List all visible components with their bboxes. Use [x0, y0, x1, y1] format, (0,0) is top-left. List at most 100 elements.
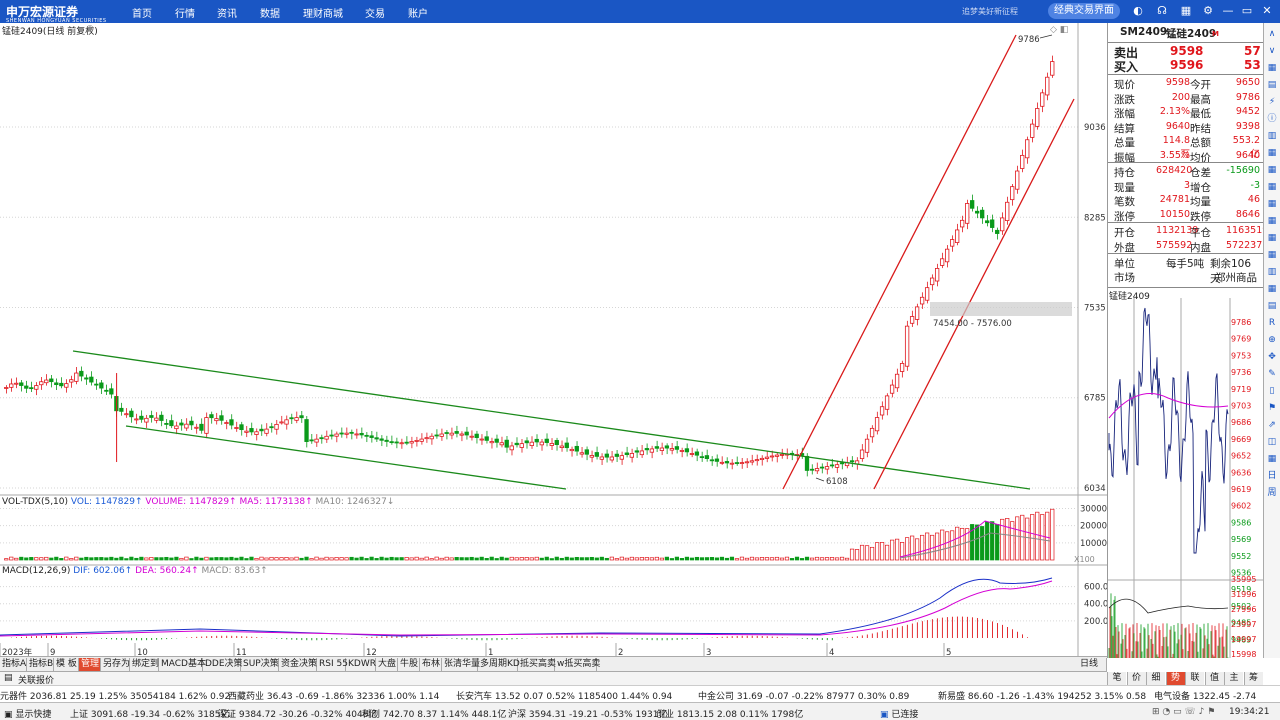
pen-icon[interactable]: ✎	[1265, 367, 1279, 381]
maximize-icon[interactable]: ▭	[1240, 4, 1254, 18]
grid-icon[interactable]: ▦	[1265, 180, 1279, 194]
status-tool-icons[interactable]: ⊞ ◔ ▭ ☏ ♪ ⚑	[1152, 707, 1215, 717]
settings-icon[interactable]: ⚙	[1201, 4, 1215, 18]
tab-17[interactable]: 抵买高卖	[518, 658, 556, 671]
move-icon[interactable]: ✥	[1265, 350, 1279, 364]
rsi-icon[interactable]: R	[1265, 316, 1279, 330]
kc-index[interactable]: 科创 742.70 8.37 1.14% 448.1亿	[362, 707, 506, 720]
tab-10[interactable]: RSI 55	[317, 658, 348, 671]
nav-market[interactable]: 行情	[175, 5, 195, 20]
grid-icon[interactable]: ▦	[1265, 61, 1279, 75]
ticker-item[interactable]: 元器件 2036.81 25.19 1.25% 35054184 1.62% 0…	[0, 689, 230, 702]
list-icon[interactable]: ▤	[1265, 299, 1279, 313]
hs-index[interactable]: 沪深 3594.31 -19.21 -0.53% 1931亿	[508, 707, 667, 720]
tab-14[interactable]: 布林	[420, 658, 442, 671]
volume-bar	[319, 557, 324, 561]
sh-index[interactable]: 上证 3091.68 -19.34 -0.62% 3185亿	[70, 707, 229, 720]
related-quote-icon[interactable]: ▤	[4, 673, 13, 683]
box-icon[interactable]: ◫	[1265, 435, 1279, 449]
nav-data[interactable]: 数据	[260, 5, 280, 20]
nav-trade[interactable]: 交易	[365, 5, 385, 20]
chevron-down-icon[interactable]: ∨	[1265, 44, 1279, 58]
zoom-in-icon[interactable]: ⊕	[1265, 333, 1279, 347]
minimize-icon[interactable]: —	[1221, 4, 1235, 18]
detail-tab-3[interactable]: 势	[1165, 672, 1185, 685]
flash-icon[interactable]: ⚡	[1265, 95, 1279, 109]
note-icon[interactable]: ▯	[1265, 384, 1279, 398]
nav-mall[interactable]: 理财商城	[303, 5, 343, 20]
nav-home[interactable]: 首页	[132, 5, 152, 20]
tab-5[interactable]: 绑定到	[130, 658, 159, 671]
ticker-item[interactable]: 西藏药业 36.43 -0.69 -1.86% 32336 1.00% 1.14	[228, 689, 439, 702]
tab-1[interactable]: 指标B	[27, 658, 54, 671]
detail-tab-5[interactable]: 值	[1204, 672, 1224, 685]
buy-row[interactable]: 买入 9596 53	[1114, 58, 1261, 74]
detail-tab-6[interactable]: 主	[1224, 672, 1243, 685]
grid-icon[interactable]: ▦	[1265, 146, 1279, 160]
quote-label: 今开	[1190, 79, 1211, 91]
chart-icon[interactable]: ▥	[1265, 129, 1279, 143]
grid-icon[interactable]: ▦	[1179, 4, 1193, 18]
flag-icon[interactable]: ⚑	[1265, 401, 1279, 415]
tab-7[interactable]: DDE决策	[203, 658, 243, 671]
tab-4[interactable]: 另存为	[101, 658, 130, 671]
list-icon[interactable]: ▤	[1265, 78, 1279, 92]
ticker-item[interactable]: 中金公司 31.69 -0.07 -0.22% 87977 0.30% 0.89	[698, 689, 909, 702]
detail-tab-4[interactable]: 联	[1185, 672, 1204, 685]
grid-icon[interactable]: ▦	[1265, 248, 1279, 262]
volume-bar	[494, 558, 499, 561]
chart-option-icon[interactable]: ◉	[86, 24, 94, 34]
skin-icon[interactable]: ◐	[1131, 4, 1145, 18]
tab-0[interactable]: 指标A	[0, 658, 27, 671]
close-icon[interactable]: ✕	[1260, 4, 1274, 18]
main-chart-area[interactable]: 9036 8285 7535 6785 6034 7454.00 - 7576.00 978…	[0, 23, 1108, 658]
grid-icon[interactable]: ▦	[1265, 163, 1279, 177]
chart-collapse-icon[interactable]: ◇ ◧	[1050, 25, 1068, 35]
period-tab[interactable]: 日线	[1078, 658, 1107, 671]
tab-6[interactable]: MACD基本	[159, 658, 206, 671]
grid-icon[interactable]: ▦	[1265, 231, 1279, 245]
ticker-item[interactable]: 电气设备 1322.45 -2.74	[1154, 689, 1256, 702]
grid-icon[interactable]: ▦	[1265, 452, 1279, 466]
detail-tab-7[interactable]: 筹	[1243, 672, 1263, 685]
nav-news[interactable]: 资讯	[217, 5, 237, 20]
chevron-up-icon[interactable]: ∧	[1265, 27, 1279, 41]
chart-icon[interactable]: ▥	[1265, 265, 1279, 279]
shortcut-toggle[interactable]: ▣ 显示快捷	[4, 707, 51, 720]
cy-index[interactable]: 创业 1813.15 2.08 0.11% 1798亿	[656, 707, 803, 720]
calendar-icon[interactable]: 日	[1265, 469, 1279, 483]
tab-11[interactable]: KDWR	[346, 658, 376, 671]
tab-16[interactable]: 多周期KD	[478, 658, 520, 671]
candle-body	[674, 446, 680, 450]
info-icon[interactable]: ⓘ	[1265, 112, 1279, 126]
grid-icon[interactable]: ▦	[1265, 214, 1279, 228]
classic-trade-button[interactable]: 经典交易界面	[1048, 3, 1120, 19]
candle-body	[990, 219, 995, 228]
arrow-icon[interactable]: ⇗	[1265, 418, 1279, 432]
candle-body	[119, 407, 124, 412]
tab-3[interactable]: 管理	[79, 658, 101, 671]
channel-upper	[782, 34, 1017, 490]
grid-icon[interactable]: ▦	[1265, 197, 1279, 211]
headset-icon[interactable]: ☊	[1155, 4, 1169, 18]
week-icon[interactable]: 周	[1265, 486, 1279, 500]
tab-2[interactable]: 模 板	[54, 658, 79, 671]
grid-icon[interactable]: ▦	[1265, 282, 1279, 296]
ticker-item[interactable]: 长安汽车 13.52 0.07 0.52% 1185400 1.44% 0.94	[456, 689, 672, 702]
tab-15[interactable]: 张清华量	[442, 658, 480, 671]
nav-account[interactable]: 账户	[408, 5, 428, 20]
sz-index[interactable]: 深证 9384.72 -30.26 -0.32% 4048亿	[218, 707, 377, 720]
tab-9[interactable]: 资金决策	[279, 658, 317, 671]
sell-row[interactable]: 卖出 9598 57	[1114, 44, 1261, 60]
kline-chart[interactable]: 9036 8285 7535 6785 6034 7454.00 - 7576.00 978…	[0, 23, 1108, 658]
tab-12[interactable]: 大盘	[376, 658, 398, 671]
detail-tab-0[interactable]: 笔	[1107, 672, 1126, 685]
detail-tab-1[interactable]: 价	[1126, 672, 1146, 685]
detail-tab-2[interactable]: 细	[1146, 672, 1165, 685]
intraday-chart[interactable]: 9786 9769 9753 9736 9719 9703 9686 9669 9652 9636…	[1108, 288, 1264, 658]
tab-18[interactable]: w抵买高卖	[555, 658, 600, 671]
volume-bar	[674, 556, 679, 561]
tab-8[interactable]: SUP决策	[241, 658, 279, 671]
tab-13[interactable]: 牛股	[398, 658, 420, 671]
ticker-item[interactable]: 新易盛 86.60 -1.26 -1.43% 194252 3.15% 0.58	[938, 689, 1146, 702]
